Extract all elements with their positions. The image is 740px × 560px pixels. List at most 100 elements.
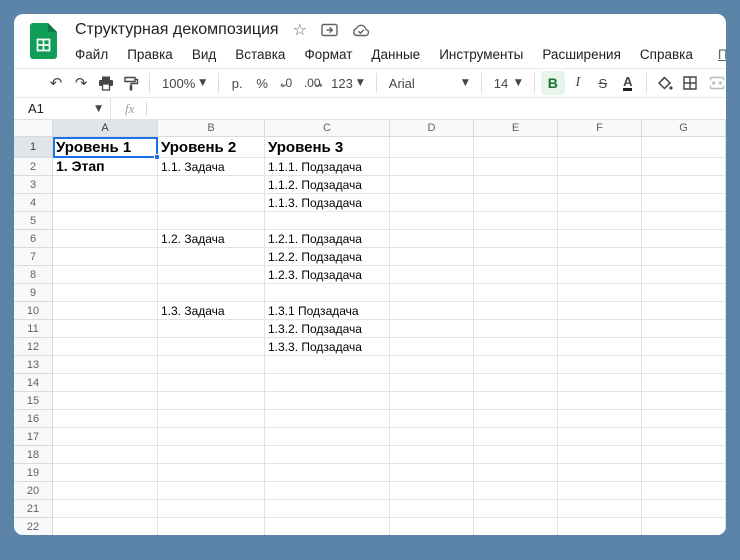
cell-B7[interactable] [158, 248, 265, 266]
cell-F17[interactable] [558, 428, 642, 446]
cell-D9[interactable] [390, 284, 474, 302]
cell-G11[interactable] [642, 320, 726, 338]
cell-C2[interactable]: 1.1.1. Подзадача [265, 158, 390, 176]
cell-A11[interactable] [53, 320, 158, 338]
cell-G10[interactable] [642, 302, 726, 320]
name-box[interactable]: A1 ▼ [14, 98, 110, 119]
cell-C9[interactable] [265, 284, 390, 302]
row-header-10[interactable]: 10 [14, 302, 53, 320]
currency-format-button[interactable]: р. [225, 71, 249, 95]
font-size-select[interactable]: 14 ▼ [488, 71, 528, 95]
cell-G19[interactable] [642, 464, 726, 482]
cell-G15[interactable] [642, 392, 726, 410]
cell-G1[interactable] [642, 137, 726, 158]
cell-E4[interactable] [474, 194, 558, 212]
cell-E1[interactable] [474, 137, 558, 158]
cell-E2[interactable] [474, 158, 558, 176]
cloud-saved-icon[interactable] [352, 24, 370, 37]
menu-format[interactable]: Формат [304, 47, 352, 62]
cell-E16[interactable] [474, 410, 558, 428]
cell-A19[interactable] [53, 464, 158, 482]
cell-B20[interactable] [158, 482, 265, 500]
cell-D19[interactable] [390, 464, 474, 482]
cell-A4[interactable] [53, 194, 158, 212]
row-header-1[interactable]: 1 [14, 137, 53, 158]
cell-E15[interactable] [474, 392, 558, 410]
cell-A3[interactable] [53, 176, 158, 194]
menu-file[interactable]: Файл [75, 47, 108, 62]
cell-F19[interactable] [558, 464, 642, 482]
cell-D21[interactable] [390, 500, 474, 518]
cell-G4[interactable] [642, 194, 726, 212]
cell-B10[interactable]: 1.3. Задача [158, 302, 265, 320]
cell-F14[interactable] [558, 374, 642, 392]
cell-G2[interactable] [642, 158, 726, 176]
cell-F3[interactable] [558, 176, 642, 194]
cell-C8[interactable]: 1.2.3. Подзадача [265, 266, 390, 284]
cell-B2[interactable]: 1.1. Задача [158, 158, 265, 176]
cell-C15[interactable] [265, 392, 390, 410]
cell-E21[interactable] [474, 500, 558, 518]
row-header-15[interactable]: 15 [14, 392, 53, 410]
cell-C13[interactable] [265, 356, 390, 374]
cell-D14[interactable] [390, 374, 474, 392]
cell-E17[interactable] [474, 428, 558, 446]
cell-E9[interactable] [474, 284, 558, 302]
cell-B13[interactable] [158, 356, 265, 374]
cell-A16[interactable] [53, 410, 158, 428]
menu-view[interactable]: Вид [192, 47, 216, 62]
row-header-20[interactable]: 20 [14, 482, 53, 500]
cell-E14[interactable] [474, 374, 558, 392]
row-header-19[interactable]: 19 [14, 464, 53, 482]
cell-D16[interactable] [390, 410, 474, 428]
menu-data[interactable]: Данные [371, 47, 420, 62]
row-header-11[interactable]: 11 [14, 320, 53, 338]
row-header-17[interactable]: 17 [14, 428, 53, 446]
document-title[interactable]: Структурная декомпозиция [75, 21, 279, 39]
cell-B18[interactable] [158, 446, 265, 464]
cell-B11[interactable] [158, 320, 265, 338]
cell-F18[interactable] [558, 446, 642, 464]
cell-B8[interactable] [158, 266, 265, 284]
row-header-12[interactable]: 12 [14, 338, 53, 356]
cell-F15[interactable] [558, 392, 642, 410]
cell-A22[interactable] [53, 518, 158, 535]
decrease-decimal-button[interactable]: .0← [275, 71, 299, 95]
cell-B17[interactable] [158, 428, 265, 446]
merge-cells-button[interactable]: ▼ [703, 71, 726, 95]
cell-G3[interactable] [642, 176, 726, 194]
cell-D11[interactable] [390, 320, 474, 338]
row-header-9[interactable]: 9 [14, 284, 53, 302]
cell-C12[interactable]: 1.3.3. Подзадача [265, 338, 390, 356]
cell-D12[interactable] [390, 338, 474, 356]
cell-B21[interactable] [158, 500, 265, 518]
cell-C3[interactable]: 1.1.2. Подзадача [265, 176, 390, 194]
bold-button[interactable]: B [541, 71, 565, 95]
print-button[interactable] [94, 71, 118, 95]
cell-C10[interactable]: 1.3.1 Подзадача [265, 302, 390, 320]
cell-E22[interactable] [474, 518, 558, 535]
cell-A5[interactable] [53, 212, 158, 230]
cell-F13[interactable] [558, 356, 642, 374]
move-to-folder-icon[interactable] [321, 23, 338, 37]
cell-A14[interactable] [53, 374, 158, 392]
row-header-6[interactable]: 6 [14, 230, 53, 248]
cell-B15[interactable] [158, 392, 265, 410]
cell-D22[interactable] [390, 518, 474, 535]
cell-G5[interactable] [642, 212, 726, 230]
cell-D2[interactable] [390, 158, 474, 176]
cell-B9[interactable] [158, 284, 265, 302]
cell-A2[interactable]: 1. Этап [53, 158, 158, 176]
cell-F9[interactable] [558, 284, 642, 302]
cell-A8[interactable] [53, 266, 158, 284]
redo-button[interactable]: ↷ [69, 71, 93, 95]
cell-C21[interactable] [265, 500, 390, 518]
cell-C19[interactable] [265, 464, 390, 482]
zoom-select[interactable]: 100% ▼ [156, 71, 212, 95]
font-select[interactable]: Arial ▼ [383, 71, 475, 95]
cell-E6[interactable] [474, 230, 558, 248]
cell-D20[interactable] [390, 482, 474, 500]
cell-C4[interactable]: 1.1.3. Подзадача [265, 194, 390, 212]
cell-G8[interactable] [642, 266, 726, 284]
cell-A17[interactable] [53, 428, 158, 446]
